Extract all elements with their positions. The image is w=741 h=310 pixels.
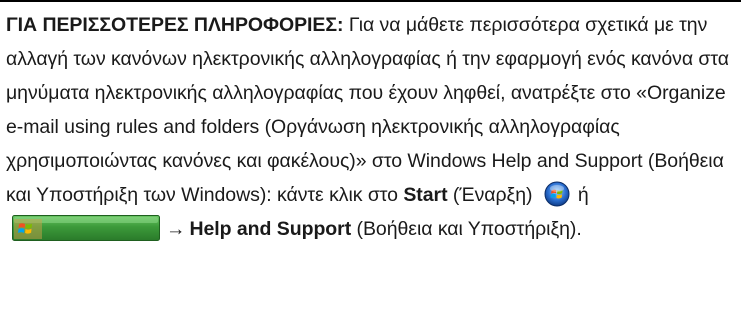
help-translation: (Βοήθεια και Υποστήριξη). xyxy=(351,218,582,240)
start-translation: (Έναρξη) xyxy=(447,184,533,206)
note-label: ΓΙΑ ΠΕΡΙΣΣΟΤΕΡΕΣ ΠΛΗΡΟΦΟΡΙΕΣ: xyxy=(6,14,344,36)
windows-xp-start-button-icon xyxy=(12,214,160,241)
help-label: Help and Support xyxy=(189,218,352,240)
or-text: ή xyxy=(577,184,589,206)
start-label: Start xyxy=(403,184,448,206)
arrow-glyph: → xyxy=(166,218,186,240)
windows-start-orb-icon xyxy=(544,181,570,207)
note-box: ΓΙΑ ΠΕΡΙΣΣΟΤΕΡΕΣ ΠΛΗΡΟΦΟΡΙΕΣ: Για να μάθ… xyxy=(0,0,741,310)
note-paragraph: ΓΙΑ ΠΕΡΙΣΣΟΤΕΡΕΣ ΠΛΗΡΟΦΟΡΙΕΣ: Για να μάθ… xyxy=(6,8,735,246)
note-body: Για να μάθετε περισσότερα σχετικά με την… xyxy=(6,14,730,206)
